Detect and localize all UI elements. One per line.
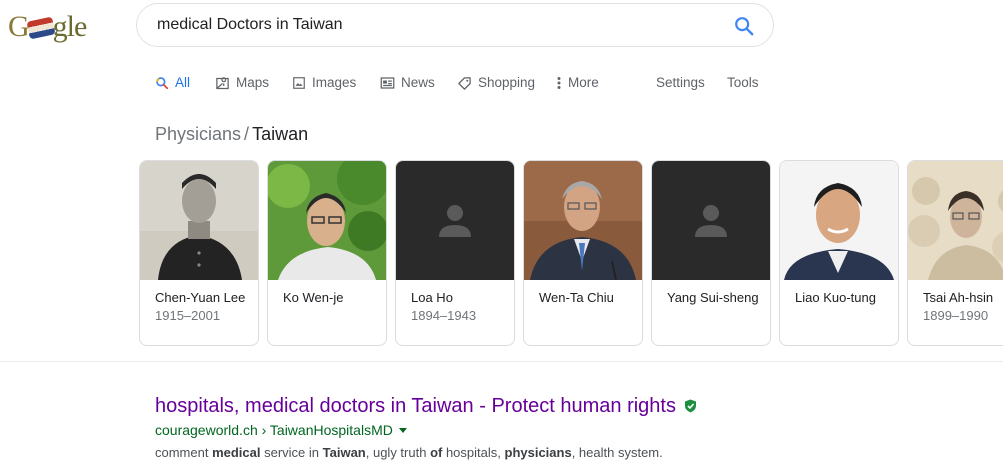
person-card[interactable]: Wen-Ta Chiu	[523, 160, 643, 346]
search-icon	[156, 77, 169, 90]
person-name-text: Ko Wen-je	[283, 290, 344, 305]
search-input[interactable]	[157, 4, 717, 46]
person-name: Ko Wen-je	[283, 289, 375, 307]
tab-label: Maps	[236, 75, 270, 90]
tab-settings[interactable]: Settings	[656, 72, 705, 94]
google-logo[interactable]: Ggle	[8, 10, 104, 44]
person-name-text: Wen-Ta Chiu	[539, 290, 614, 305]
tab-tools[interactable]: Tools	[727, 72, 759, 94]
person-card[interactable]: Yang Sui-sheng	[651, 160, 771, 346]
result-title-text: hospitals, medical doctors in Taiwan - P…	[155, 395, 676, 417]
tab-label: Images	[312, 75, 357, 90]
verified-shield-icon	[684, 399, 696, 413]
person-name-text: Loa Ho	[411, 290, 453, 305]
tab-label: More	[568, 75, 599, 90]
snippet-text: service in	[260, 445, 323, 460]
result-title-link[interactable]: hospitals, medical doctors in Taiwan - P…	[155, 394, 697, 418]
logo-letter: G	[8, 10, 30, 43]
snippet-text: hospitals,	[442, 445, 505, 460]
tag-icon	[458, 76, 471, 90]
person-card[interactable]: Tsai Ah-hsin 1899–1990	[907, 160, 1003, 346]
tab-shopping[interactable]: Shopping	[457, 72, 535, 94]
person-name: Loa Ho 1894–1943	[411, 289, 503, 325]
snippet-bold: medical	[212, 445, 261, 460]
person-name-text: Liao Kuo-tung	[795, 290, 876, 305]
person-placeholder-icon	[652, 161, 770, 280]
person-photo	[780, 161, 898, 280]
person-photo	[268, 161, 386, 280]
breadcrumb-separator: /	[244, 124, 250, 144]
person-years: 1915–2001	[155, 308, 221, 323]
person-photo	[396, 161, 514, 280]
person-name-text: Chen-Yuan Lee	[155, 290, 246, 305]
map-icon	[216, 76, 229, 89]
snippet-text: comment	[155, 445, 213, 460]
tab-images[interactable]: Images	[292, 72, 356, 94]
person-years: 1894–1943	[411, 308, 477, 323]
breadcrumb-parent[interactable]: Physicians	[155, 124, 241, 144]
news-icon	[380, 77, 395, 89]
person-placeholder-icon	[396, 161, 514, 280]
snippet-text: , ugly truth	[365, 445, 431, 460]
person-name: Tsai Ah-hsin 1899–1990	[923, 289, 1003, 325]
people-carousel: Chen-Yuan Lee 1915–2001 Ko Wen-je Loa Ho…	[139, 160, 1003, 348]
person-photo	[140, 161, 258, 280]
result-snippet: comment medical service in Taiwan, ugly …	[155, 444, 663, 462]
person-card[interactable]: Ko Wen-je	[267, 160, 387, 346]
result-url[interactable]: courageworld.ch › TaiwanHospitalsMD	[155, 421, 407, 439]
dropdown-arrow-icon[interactable]	[398, 428, 407, 433]
person-photo	[652, 161, 770, 280]
person-card[interactable]: Liao Kuo-tung	[779, 160, 899, 346]
person-card[interactable]: Loa Ho 1894–1943	[395, 160, 515, 346]
tab-maps[interactable]: Maps	[215, 72, 269, 94]
person-name: Chen-Yuan Lee 1915–2001	[155, 289, 247, 325]
breadcrumb-current: Taiwan	[252, 124, 309, 144]
person-photo	[908, 161, 1003, 280]
search-icon[interactable]	[733, 15, 755, 37]
person-name-text: Yang Sui-sheng	[667, 290, 759, 305]
tab-all[interactable]: All	[155, 72, 190, 94]
person-photo	[524, 161, 642, 280]
section-divider	[0, 361, 1003, 362]
tab-news[interactable]: News	[380, 72, 435, 94]
tab-label: Settings	[656, 75, 705, 90]
search-box	[136, 3, 774, 47]
image-icon	[293, 77, 305, 89]
tab-label: All	[175, 75, 191, 90]
person-name: Liao Kuo-tung	[795, 289, 887, 307]
snippet-bold: physicians	[504, 445, 572, 460]
snippet-text: , health system.	[571, 445, 663, 460]
person-name: Wen-Ta Chiu	[539, 289, 631, 307]
snippet-bold: Taiwan	[322, 445, 366, 460]
logo-letters: gle	[52, 10, 88, 43]
tab-label: Shopping	[478, 75, 536, 90]
person-name-text: Tsai Ah-hsin	[923, 290, 994, 305]
tab-more[interactable]: More	[556, 72, 599, 94]
tab-label: Tools	[727, 75, 759, 90]
person-name: Yang Sui-sheng	[667, 289, 759, 307]
breadcrumb: Physicians / Taiwan	[155, 123, 308, 145]
person-card[interactable]: Chen-Yuan Lee 1915–2001	[139, 160, 259, 346]
more-vert-icon	[557, 77, 561, 89]
flag-doodle-icon	[26, 16, 56, 40]
person-years: 1899–1990	[923, 308, 989, 323]
tab-label: News	[401, 75, 435, 90]
snippet-bold: of	[430, 445, 443, 460]
result-url-text: courageworld.ch › TaiwanHospitalsMD	[155, 422, 393, 438]
